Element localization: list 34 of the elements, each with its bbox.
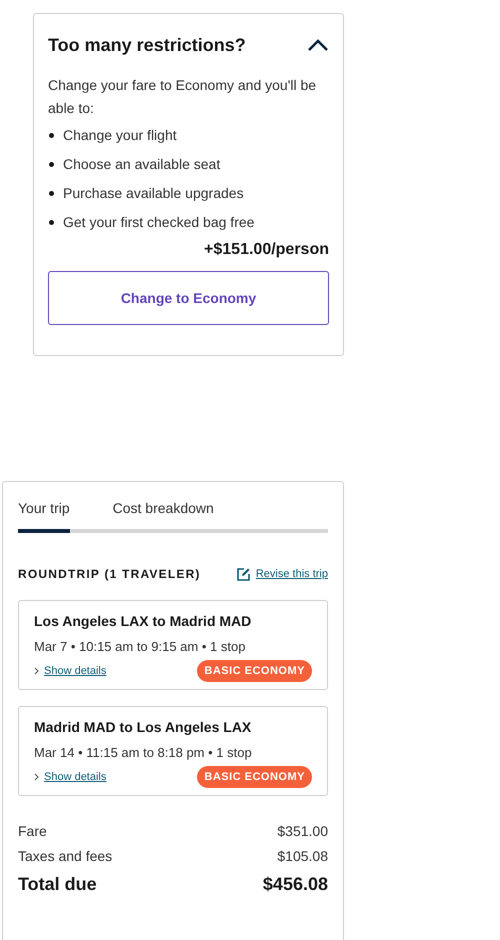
bullet-icon bbox=[49, 191, 54, 196]
flight-times: Mar 7 • 10:15 am to 9:15 am • 1 stop bbox=[34, 638, 246, 656]
chevron-right-icon bbox=[34, 772, 39, 781]
chevron-right-icon bbox=[34, 666, 39, 675]
cost-amount: $351.00 bbox=[277, 822, 328, 841]
price-text: +$151.00/person bbox=[203, 240, 329, 260]
benefit-text: Get your first checked bag free bbox=[63, 213, 254, 232]
fare-badge: BASIC ECONOMY bbox=[197, 660, 312, 682]
benefit-text: Purchase available upgrades bbox=[63, 184, 244, 203]
section-heading: ROUNDTRIP (1 TRAVELER) bbox=[18, 566, 201, 583]
bullet-icon bbox=[49, 162, 54, 167]
tab[interactable]: Your trip bbox=[18, 498, 70, 533]
bullet-icon bbox=[49, 133, 54, 138]
bullet-icon bbox=[49, 220, 54, 225]
show-details-link[interactable]: Show details bbox=[34, 768, 106, 785]
cost-label: Taxes and fees bbox=[18, 847, 112, 866]
change-fare-button[interactable]: Change to Economy bbox=[48, 271, 329, 325]
flight-times: Mar 14 • 11:15 am to 8:18 pm • 1 stop bbox=[34, 744, 253, 762]
fare-badge: BASIC ECONOMY bbox=[197, 766, 312, 788]
cost-label: Fare bbox=[18, 822, 47, 841]
show-details-link[interactable]: Show details bbox=[34, 662, 106, 679]
benefit-text: Change your flight bbox=[63, 126, 177, 145]
total-amount: $456.08 bbox=[262, 873, 328, 896]
flight-route: Los Angeles LAX to Madrid MAD bbox=[34, 612, 252, 631]
tab[interactable]: Cost breakdown bbox=[70, 498, 328, 533]
revise-trip-link[interactable]: Revise this trip bbox=[236, 566, 328, 582]
panel-title: Too many restrictions? bbox=[48, 34, 246, 57]
flight-route: Madrid MAD to Los Angeles LAX bbox=[34, 718, 252, 737]
benefit-text: Choose an available seat bbox=[63, 155, 220, 174]
collapse-chevron-icon[interactable] bbox=[307, 39, 329, 52]
edit-icon bbox=[236, 566, 251, 582]
total-label: Total due bbox=[18, 873, 97, 896]
intro-text: Change your fare to Economy and you'll be able to: bbox=[48, 76, 318, 118]
cost-amount: $105.08 bbox=[277, 847, 328, 866]
